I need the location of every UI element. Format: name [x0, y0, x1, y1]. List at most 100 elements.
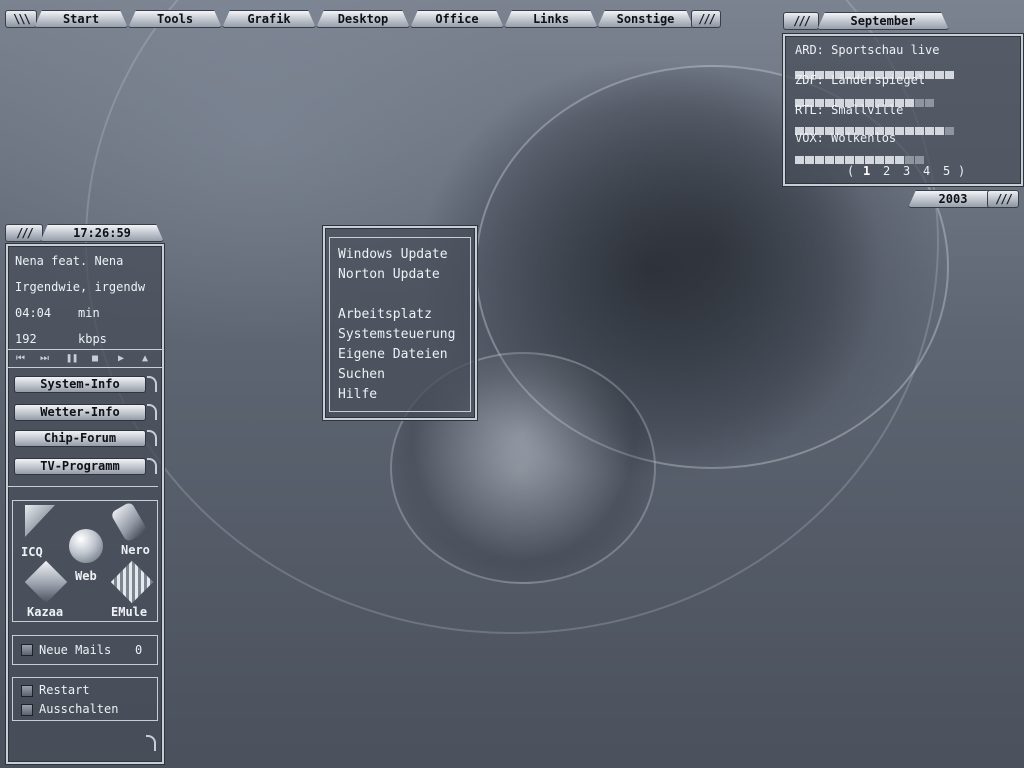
progress-segment: [945, 71, 954, 79]
menu-item-eigene-dateien[interactable]: Eigene Dateien: [338, 347, 448, 362]
pause-icon[interactable]: ❚❚: [66, 353, 78, 364]
system-info-button[interactable]: System-Info: [14, 376, 146, 393]
progress-segment: [915, 156, 924, 164]
tv-programm-button[interactable]: TV-Programm: [14, 458, 146, 475]
taskbar-item-grafik[interactable]: Grafik: [222, 10, 316, 28]
progress-segment: [885, 156, 894, 164]
taskbar-item-tools[interactable]: Tools: [128, 10, 222, 28]
progress-segment: [895, 156, 904, 164]
pagination-page-3[interactable]: 3: [903, 164, 910, 178]
progress-segment: [875, 156, 884, 164]
menu-item-systemsteuerung[interactable]: Systemsteuerung: [338, 327, 455, 342]
quick-menu: Windows Update Norton Update Arbeitsplat…: [323, 226, 477, 420]
menu-item-norton-update[interactable]: Norton Update: [338, 267, 440, 282]
shutdown-label[interactable]: Ausschalten: [39, 702, 118, 716]
menu-item-windows-update[interactable]: Windows Update: [338, 247, 448, 262]
stop-icon[interactable]: ■: [92, 353, 98, 364]
power-box: Restart Ausschalten: [12, 677, 158, 721]
progress-segment: [935, 71, 944, 79]
emule-icon[interactable]: [110, 560, 154, 604]
track-duration: 04:04: [15, 306, 52, 320]
pagination-page-1[interactable]: 1: [863, 164, 870, 178]
taskbar-item-sonstige[interactable]: Sonstige: [597, 10, 694, 28]
tv-progress-bar-zdf: [795, 92, 955, 107]
shortcut-grid: ICQ Web Nero Kazaa EMule: [12, 500, 158, 622]
pagination-page-4[interactable]: 4: [923, 164, 930, 178]
taskbar-item-office[interactable]: Office: [410, 10, 504, 28]
shutdown-checkbox[interactable]: [21, 704, 33, 716]
tv-guide-panel: ARD: Sportschau live ZDF: Länderspiegel …: [783, 34, 1023, 186]
sidebar-grip[interactable]: ///: [5, 224, 43, 242]
progress-segment: [855, 156, 864, 164]
mail-count: 0: [135, 643, 143, 657]
pagination-page-2[interactable]: 2: [883, 164, 890, 178]
taskbar-item-links[interactable]: Links: [504, 10, 598, 28]
divider: [8, 367, 162, 368]
taskbar-item-start[interactable]: Start: [34, 10, 128, 28]
progress-segment: [865, 156, 874, 164]
progress-segment: [895, 127, 904, 135]
mail-checkbox[interactable]: [21, 644, 33, 656]
emule-label[interactable]: EMule: [111, 605, 147, 619]
progress-segment: [905, 99, 914, 107]
chip-forum-button[interactable]: Chip-Forum: [14, 430, 146, 447]
nero-label[interactable]: Nero: [121, 543, 150, 557]
pagination-page-5[interactable]: 5: [943, 164, 950, 178]
tv-entry-ard[interactable]: ARD: Sportschau live: [795, 43, 940, 57]
progress-segment: [915, 127, 924, 135]
prev-icon[interactable]: ⏮: [16, 353, 25, 364]
menu-item-arbeitsplatz[interactable]: Arbeitsplatz: [338, 307, 432, 322]
taskbar-grip-left[interactable]: \\\: [5, 10, 37, 28]
kazaa-label[interactable]: Kazaa: [27, 605, 63, 619]
divider: [8, 349, 162, 350]
play-icon[interactable]: ▶: [118, 353, 124, 364]
hook-icon: [147, 458, 157, 474]
eject-icon[interactable]: ▲: [142, 353, 148, 364]
web-label[interactable]: Web: [75, 569, 97, 583]
tv-entry-zdf[interactable]: ZDF: Länderspiegel: [795, 73, 925, 87]
progress-segment: [815, 156, 824, 164]
progress-segment: [905, 127, 914, 135]
web-globe-icon[interactable]: [69, 529, 103, 563]
divider: [8, 486, 158, 487]
progress-segment: [915, 99, 924, 107]
quick-menu-frame: [329, 237, 471, 412]
tv-guide-grip-bottom[interactable]: ///: [987, 190, 1019, 208]
progress-segment: [845, 156, 854, 164]
tv-entry-vox[interactable]: VOX: Wolkenlos: [795, 131, 896, 145]
pagination-close-paren: ): [958, 164, 966, 178]
menu-item-hilfe[interactable]: Hilfe: [338, 387, 377, 402]
menu-item-suchen[interactable]: Suchen: [338, 367, 385, 382]
track-bitrate: 192: [15, 332, 37, 346]
mail-label[interactable]: Neue Mails: [39, 643, 111, 657]
tv-guide-grip[interactable]: ///: [783, 12, 819, 30]
tv-guide-year[interactable]: 2003: [908, 190, 998, 208]
progress-segment: [935, 127, 944, 135]
progress-segment: [795, 156, 804, 164]
progress-segment: [835, 156, 844, 164]
track-artist: Nena feat. Nena: [15, 254, 124, 268]
taskbar-item-desktop[interactable]: Desktop: [316, 10, 410, 28]
kazaa-icon[interactable]: [24, 560, 68, 604]
track-duration-unit: min: [78, 306, 100, 320]
progress-segment: [805, 156, 814, 164]
restart-checkbox[interactable]: [21, 685, 33, 697]
hook-icon: [147, 430, 157, 446]
next-icon[interactable]: ⏭: [40, 353, 49, 364]
resize-hook-icon[interactable]: [146, 735, 156, 751]
wetter-info-button[interactable]: Wetter-Info: [14, 404, 146, 421]
restart-label[interactable]: Restart: [39, 683, 90, 697]
clock: 17:26:59: [40, 224, 164, 242]
progress-segment: [925, 99, 934, 107]
tv-progress-bar-rtl: [795, 120, 955, 135]
icq-label[interactable]: ICQ: [21, 545, 43, 559]
icq-icon[interactable]: [25, 505, 55, 537]
progress-segment: [925, 71, 934, 79]
taskbar-grip-right[interactable]: ///: [691, 10, 721, 28]
progress-segment: [825, 156, 834, 164]
mail-box: Neue Mails 0: [12, 635, 158, 665]
progress-segment: [945, 127, 954, 135]
nero-icon[interactable]: [110, 501, 148, 543]
tv-entry-rtl[interactable]: RTL: Smallville: [795, 103, 903, 117]
tv-guide-month[interactable]: September: [817, 12, 949, 30]
